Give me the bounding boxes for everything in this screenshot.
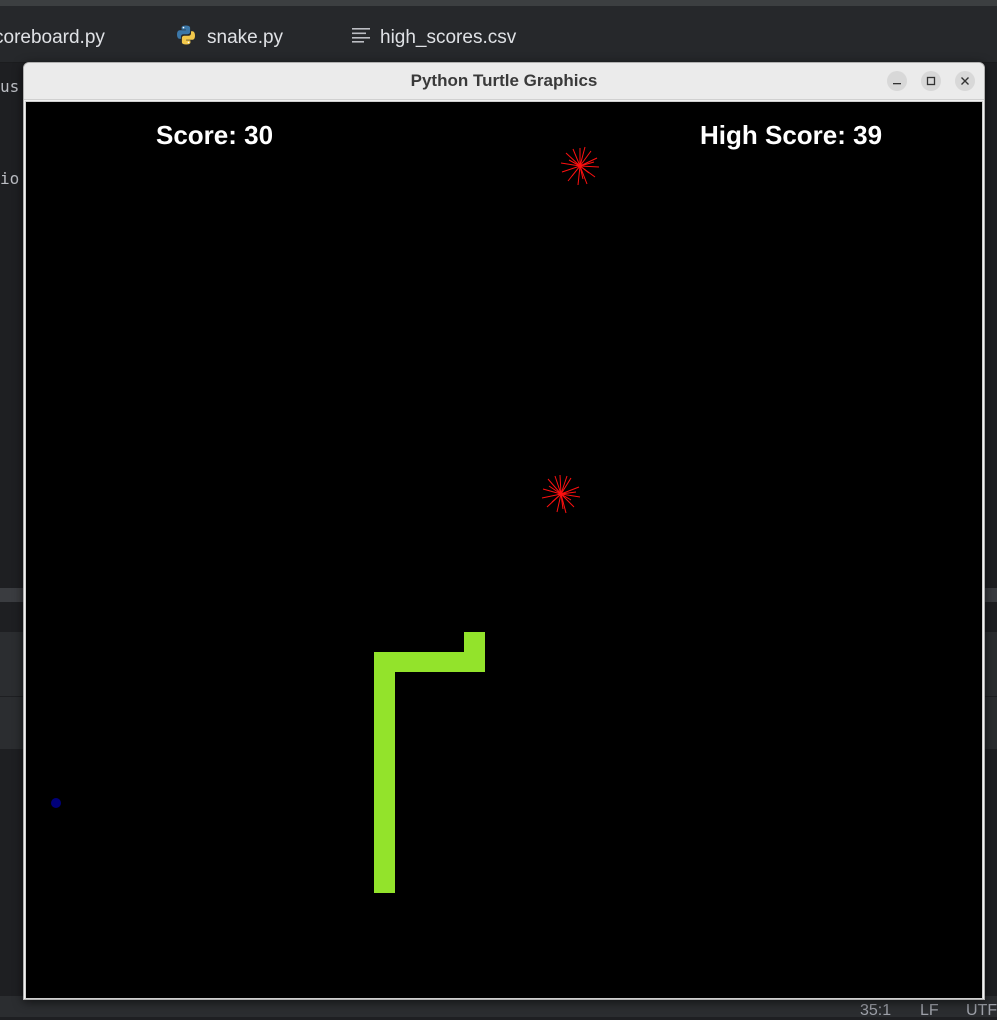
window-titlebar[interactable]: Python Turtle Graphics — [24, 63, 984, 100]
tab-label: snake.py — [207, 27, 284, 48]
snake-head — [464, 632, 485, 672]
status-caret-position[interactable]: 35:1 — [860, 1002, 891, 1020]
maximize-icon — [926, 76, 936, 86]
tab-high-scores-csv[interactable]: high_scores.csv — [352, 24, 516, 52]
text-file-icon — [352, 27, 370, 49]
code-fragment: io — [0, 169, 20, 188]
high-score-label: High Score: 39 — [700, 120, 883, 150]
turtle-canvas[interactable]: Score: 30 High Score: 39 — [25, 101, 983, 999]
code-fragment: us — [0, 77, 20, 96]
maximize-button[interactable] — [921, 71, 941, 91]
status-encoding[interactable]: UTF — [966, 1002, 997, 1020]
minimize-icon — [893, 83, 901, 85]
tab-label: high_scores.csv — [380, 27, 517, 48]
window-title: Python Turtle Graphics — [410, 71, 598, 90]
score-label: Score: 30 — [156, 120, 274, 150]
minimize-button[interactable] — [887, 71, 907, 91]
snake-body-vertical — [374, 652, 395, 893]
close-icon — [961, 77, 969, 85]
ide-tab-bar: coreboard.py snake.py high_scores.csv — [0, 6, 997, 63]
red-burst-icon — [541, 474, 581, 514]
tab-label: coreboard.py — [0, 27, 105, 48]
red-burst-icon — [560, 146, 600, 186]
close-button[interactable] — [955, 71, 975, 91]
tab-scoreboard-py[interactable]: coreboard.py — [0, 24, 105, 52]
tab-snake-py[interactable]: snake.py — [175, 24, 283, 52]
turtle-window: Python Turtle Graphics Score: 30 High Sc… — [23, 62, 985, 1000]
food-dot — [51, 798, 61, 808]
status-line-ending[interactable]: LF — [920, 1002, 939, 1020]
python-file-icon — [175, 24, 197, 52]
